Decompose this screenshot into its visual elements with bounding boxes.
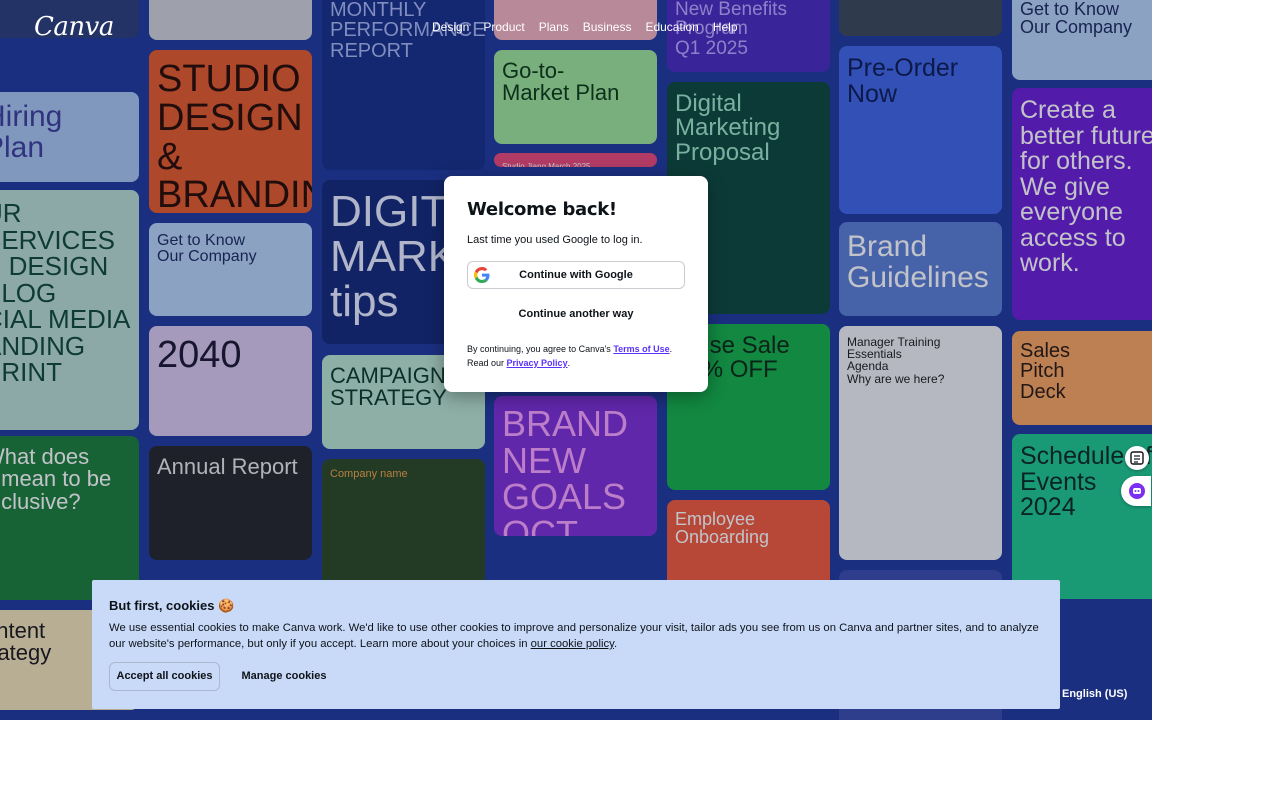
accept-all-cookies-button[interactable]: Accept all cookies <box>109 662 220 691</box>
tile-text: Company name <box>330 468 408 480</box>
nav-education[interactable]: Education <box>645 20 698 34</box>
nav-plans[interactable]: Plans <box>539 20 569 34</box>
template-tile: STUDIO DESIGN & BRANDING <box>149 50 312 213</box>
cookie-banner-text: We use essential cookies to make Canva w… <box>109 620 1039 652</box>
tile-text: Sales Pitch Deck <box>1020 340 1071 403</box>
modal-subtitle: Last time you used Google to log in. <box>467 234 643 246</box>
language-selector[interactable]: English (US) <box>1062 688 1127 700</box>
assistant-icon[interactable] <box>1121 476 1151 506</box>
privacy-policy-link[interactable]: Privacy Policy <box>507 358 568 368</box>
tile-text: Get to Know Our Company <box>157 232 257 266</box>
tile-text: Digital Marketing Proposal <box>675 90 781 166</box>
cookie-banner-title: But first, cookies 🍪 <box>109 598 235 613</box>
nav-business[interactable]: Business <box>583 20 632 34</box>
legal-prefix: By continuing, you agree to Canva's <box>467 344 614 354</box>
template-tile: 2040 <box>149 326 312 436</box>
template-tile: Annual Report <box>149 446 312 560</box>
login-modal: Welcome back! Last time you used Google … <box>444 176 708 392</box>
manage-cookies-button[interactable]: Manage cookies <box>234 662 334 691</box>
main-nav: Design Product Plans Business Education … <box>432 20 738 34</box>
tile-text: Create a better future for others. We gi… <box>1020 96 1152 277</box>
tile-text: Annual Report <box>157 454 298 479</box>
top-navigation: Canva Design Product Plans Business Educ… <box>0 0 1152 56</box>
continue-with-google-button[interactable]: Continue with Google <box>467 261 685 289</box>
template-tile: Create a better future for others. We gi… <box>1012 88 1152 320</box>
canva-logo[interactable]: Canva <box>34 12 114 42</box>
modal-title: Welcome back! <box>467 199 617 220</box>
tile-text: Brand Guidelines <box>847 230 989 294</box>
legal-suffix: . <box>567 358 571 368</box>
template-tile: Sales Pitch Deck <box>1012 331 1152 425</box>
template-tile: Manager Training Essentials Agenda Why a… <box>839 326 1002 560</box>
template-tile: Brand Guidelines <box>839 222 1002 316</box>
tile-text: BRAND NEW GOALS OCT 2025 <box>502 403 629 536</box>
terms-of-use-link[interactable]: Terms of Use <box>613 344 669 354</box>
tile-text: Go-to- Market Plan <box>502 58 620 106</box>
tile-text: UR SERVICES B DESIGN BLOG CIAL MEDIA AND… <box>0 198 131 388</box>
tile-text: Hiring Plan <box>0 100 63 164</box>
checklist-icon[interactable] <box>1125 446 1149 470</box>
template-tile: What does it mean to be inclusive? <box>0 436 139 600</box>
template-tile: Pre-Order Now <box>839 46 1002 214</box>
tile-text: What does it mean to be inclusive? <box>0 444 112 514</box>
legal-notice: By continuing, you agree to Canva's Term… <box>467 342 687 370</box>
nav-design[interactable]: Design <box>432 20 469 34</box>
template-tile: Get to Know Our Company <box>149 223 312 316</box>
template-tile: BRAND NEW GOALS OCT 2025 <box>494 396 657 536</box>
nav-product[interactable]: Product <box>483 20 524 34</box>
google-button-label: Continue with Google <box>519 269 633 281</box>
tile-text: Studio Jiang March 2025 <box>502 162 591 167</box>
template-tile: UR SERVICES B DESIGN BLOG CIAL MEDIA AND… <box>0 190 139 430</box>
template-tile: Hiring Plan <box>0 92 139 182</box>
tile-text: STUDIO DESIGN & BRANDING <box>157 58 312 213</box>
cookie-body-end: . <box>613 638 618 650</box>
cookie-banner: But first, cookies 🍪 We use essential co… <box>92 580 1060 709</box>
template-tile: Go-to- Market Plan <box>494 50 657 144</box>
tile-text: Manager Training Essentials Agenda Why a… <box>847 335 945 386</box>
cookie-policy-link[interactable]: our cookie policy <box>531 638 614 650</box>
nav-help[interactable]: Help <box>713 20 738 34</box>
continue-another-way-button[interactable]: Continue another way <box>467 308 685 320</box>
tile-text: Pre-Order Now <box>847 54 959 108</box>
tile-text: Employee Onboarding <box>675 509 770 548</box>
template-tile: Studio Jiang March 2025 <box>494 153 657 167</box>
tile-text: 2040 <box>157 334 242 376</box>
